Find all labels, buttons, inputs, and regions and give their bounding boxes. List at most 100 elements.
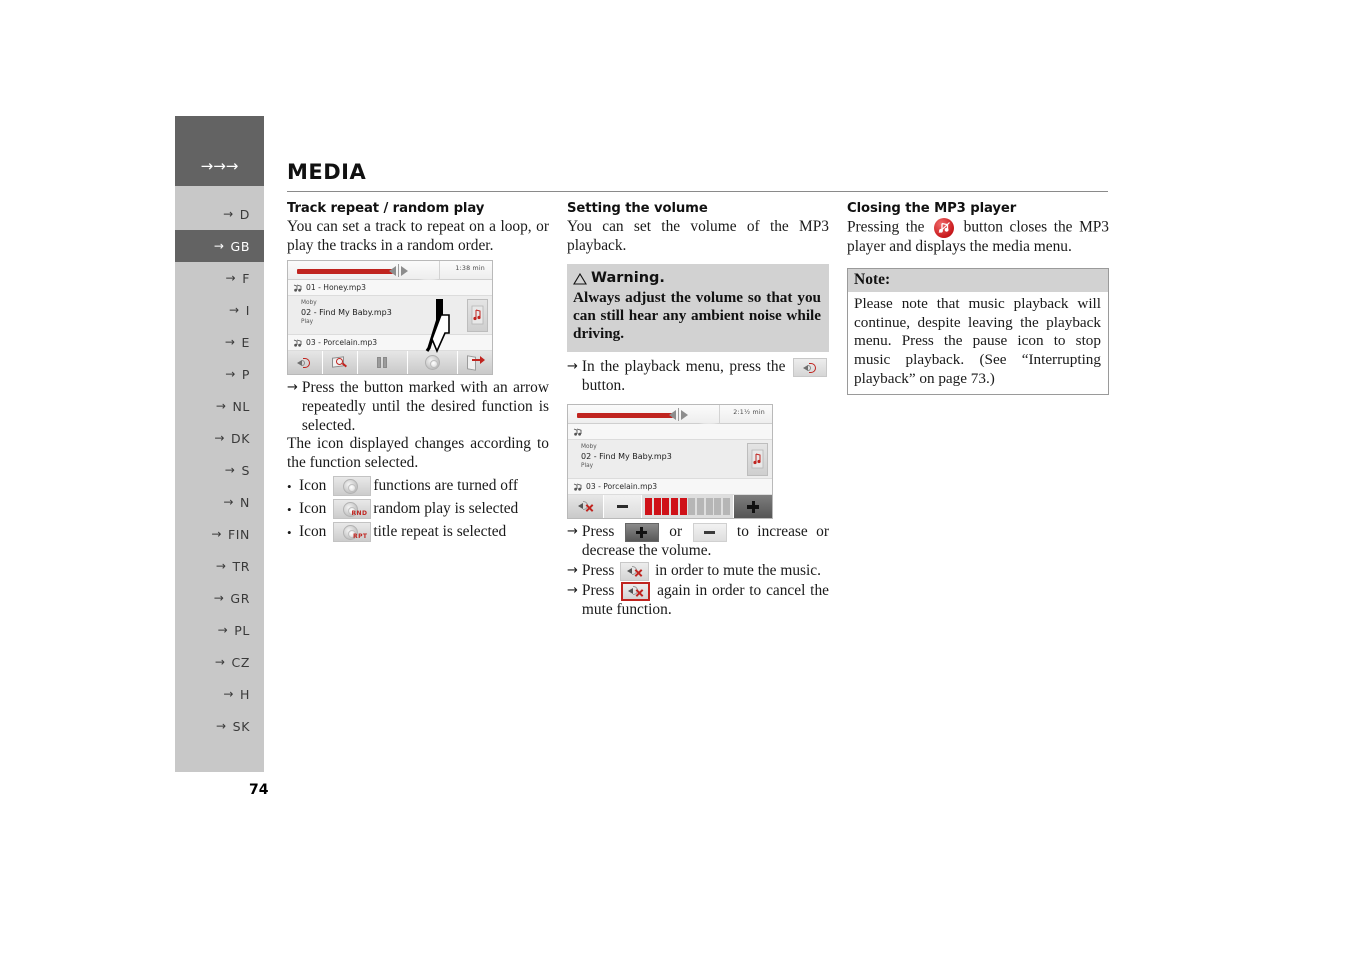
warning-title-row: Warning. xyxy=(573,270,821,288)
icon-meaning-text: title repeat is selected xyxy=(373,523,507,541)
progress-handle-divider xyxy=(398,264,399,278)
speaker-icon xyxy=(802,362,818,374)
player-browse-button[interactable] xyxy=(322,351,358,375)
sidebar-item-label: F xyxy=(242,270,250,286)
playlist-row-next[interactable]: 03 - Porcelain.mp3 xyxy=(288,335,492,352)
playlist-row-current[interactable]: Moby 02 - Find My Baby.mp3 Play xyxy=(288,296,492,336)
progress-handle-right-icon xyxy=(401,266,408,277)
sidebar-item-f[interactable]: → F xyxy=(175,262,264,294)
sidebar-item-gb[interactable]: → GB xyxy=(175,230,264,262)
arrow-icon: → xyxy=(216,719,227,733)
progress-handle-right-icon xyxy=(681,410,688,421)
bullet-icon: • xyxy=(287,501,292,517)
sidebar-header: →→→ xyxy=(175,116,264,186)
instruction-text: Press in order to mute the music. xyxy=(581,561,829,581)
warning-body-text: Always adjust the volume so that you can… xyxy=(573,288,821,343)
player-exit-button[interactable] xyxy=(458,351,492,375)
arrow-icon: → xyxy=(229,303,240,317)
progress-handle-divider xyxy=(678,408,679,422)
volume-segment xyxy=(705,498,713,516)
sidebar-item-label: E xyxy=(241,334,250,350)
sidebar-item-dk[interactable]: → DK xyxy=(175,422,264,454)
volume-segment xyxy=(645,498,653,516)
bullet-icon: • xyxy=(287,524,292,540)
instruction-part-a: Press xyxy=(581,561,615,579)
note-page-icon xyxy=(471,305,484,325)
language-sidebar: →→→ → D → GB → F → I → E → P → NL → DK →… xyxy=(175,116,264,772)
sidebar-item-sk[interactable]: → SK xyxy=(175,710,264,742)
playlist-row-previous[interactable] xyxy=(568,424,772,441)
arrow-icon: → xyxy=(213,239,225,253)
sidebar-item-p[interactable]: → P xyxy=(175,358,264,390)
instruction-part-b: or xyxy=(669,523,683,541)
sidebar-item-fin[interactable]: → FIN xyxy=(175,518,264,550)
icon-changes-note: The icon displayed changes according to … xyxy=(287,435,549,471)
player-volume-button[interactable] xyxy=(288,351,323,375)
track-repeat-intro: You can set a track to repeat on a loop,… xyxy=(287,217,549,254)
sidebar-item-label: S xyxy=(241,462,250,478)
manual-page: →→→ → D → GB → F → I → E → P → NL → DK →… xyxy=(0,0,1351,954)
sidebar-item-n[interactable]: → N xyxy=(175,486,264,518)
volume-increase-button[interactable] xyxy=(734,495,772,519)
instruction-step-mute: → Press in order to mute the music. xyxy=(567,561,829,581)
sidebar-item-i[interactable]: → I xyxy=(175,294,264,326)
arrow-icon: → xyxy=(223,207,234,221)
playlist-track-label: 03 - Porcelain.mp3 xyxy=(306,338,378,348)
player-repeat-random-button[interactable] xyxy=(407,351,459,375)
page-number: 74 xyxy=(249,782,269,798)
music-note-icon xyxy=(573,483,582,491)
bullet-icon: • xyxy=(287,478,292,494)
playlist-side-button[interactable] xyxy=(747,443,768,477)
instruction-part-a: Press xyxy=(581,581,615,599)
volume-decrease-button[interactable] xyxy=(604,495,642,519)
playlist-row-previous[interactable]: 01 - Honey.mp3 xyxy=(288,280,492,297)
arrow-icon: → xyxy=(567,359,578,375)
plus-icon xyxy=(747,500,759,513)
warning-box: Warning. Always adjust the volume so tha… xyxy=(567,264,829,353)
close-mp3-player-icon xyxy=(934,217,955,238)
player-pause-button[interactable] xyxy=(357,351,408,375)
current-status: Play xyxy=(581,463,594,470)
instruction-text: Press or to increase or decrease the vol… xyxy=(582,523,829,561)
playlist-side-button[interactable] xyxy=(467,299,488,333)
playlist-row-next[interactable]: 03 - Porcelain.mp3 xyxy=(568,479,772,496)
note-title-label: Note: xyxy=(848,268,1108,293)
plus-button-icon xyxy=(624,523,659,543)
volume-segment xyxy=(688,498,696,516)
column-closing-player: Closing the MP3 player Pressing the butt… xyxy=(847,201,1109,396)
repeat-tag-label: RPT xyxy=(353,533,368,541)
arrow-icon: → xyxy=(215,399,227,413)
icon-label: Icon xyxy=(299,500,327,518)
mute-button[interactable] xyxy=(568,495,604,519)
sidebar-item-cz[interactable]: → CZ xyxy=(175,646,264,678)
arrow-icon: → xyxy=(223,495,235,509)
player-time-remaining: 2:1½ min xyxy=(733,409,765,417)
eject-note-glyph xyxy=(938,222,950,234)
sidebar-item-label: FIN xyxy=(227,526,250,542)
header-divider xyxy=(287,191,1108,192)
list-item: • Icon functions are turned off xyxy=(287,476,549,497)
volume-segment xyxy=(722,498,731,516)
sidebar-item-s[interactable]: → S xyxy=(175,454,264,486)
sidebar-item-gr[interactable]: → GR xyxy=(175,582,264,614)
arrow-icon: → xyxy=(217,623,229,637)
player-time-remaining: 1:38 min xyxy=(455,265,485,273)
music-note-icon xyxy=(293,284,302,292)
sidebar-item-e[interactable]: → E xyxy=(175,326,264,358)
playlist-row-current[interactable]: Moby 02 - Find My Baby.mp3 Play xyxy=(568,440,772,480)
note-page-icon xyxy=(751,449,764,469)
pause-icon xyxy=(377,357,388,369)
volume-level-meter[interactable] xyxy=(642,495,734,519)
sidebar-item-d[interactable]: → D xyxy=(175,198,264,230)
sidebar-item-pl[interactable]: → PL xyxy=(175,614,264,646)
playlist-track-label: 03 - Porcelain.mp3 xyxy=(586,482,658,492)
mute-button-highlighted-icon xyxy=(621,581,651,601)
icon-meaning-text: random play is selected xyxy=(373,500,519,518)
sidebar-item-nl[interactable]: → NL xyxy=(175,390,264,422)
sidebar-item-h[interactable]: → H xyxy=(175,678,264,710)
player-progress-bar-area: 2:1½ min xyxy=(568,405,772,425)
closing-player-intro: Pressing the button closes the MP3 playe… xyxy=(847,217,1109,257)
arrow-icon: → xyxy=(225,367,236,381)
sidebar-item-tr[interactable]: → TR xyxy=(175,550,264,582)
instruction-part-a: In the playback menu, press the xyxy=(581,358,786,376)
